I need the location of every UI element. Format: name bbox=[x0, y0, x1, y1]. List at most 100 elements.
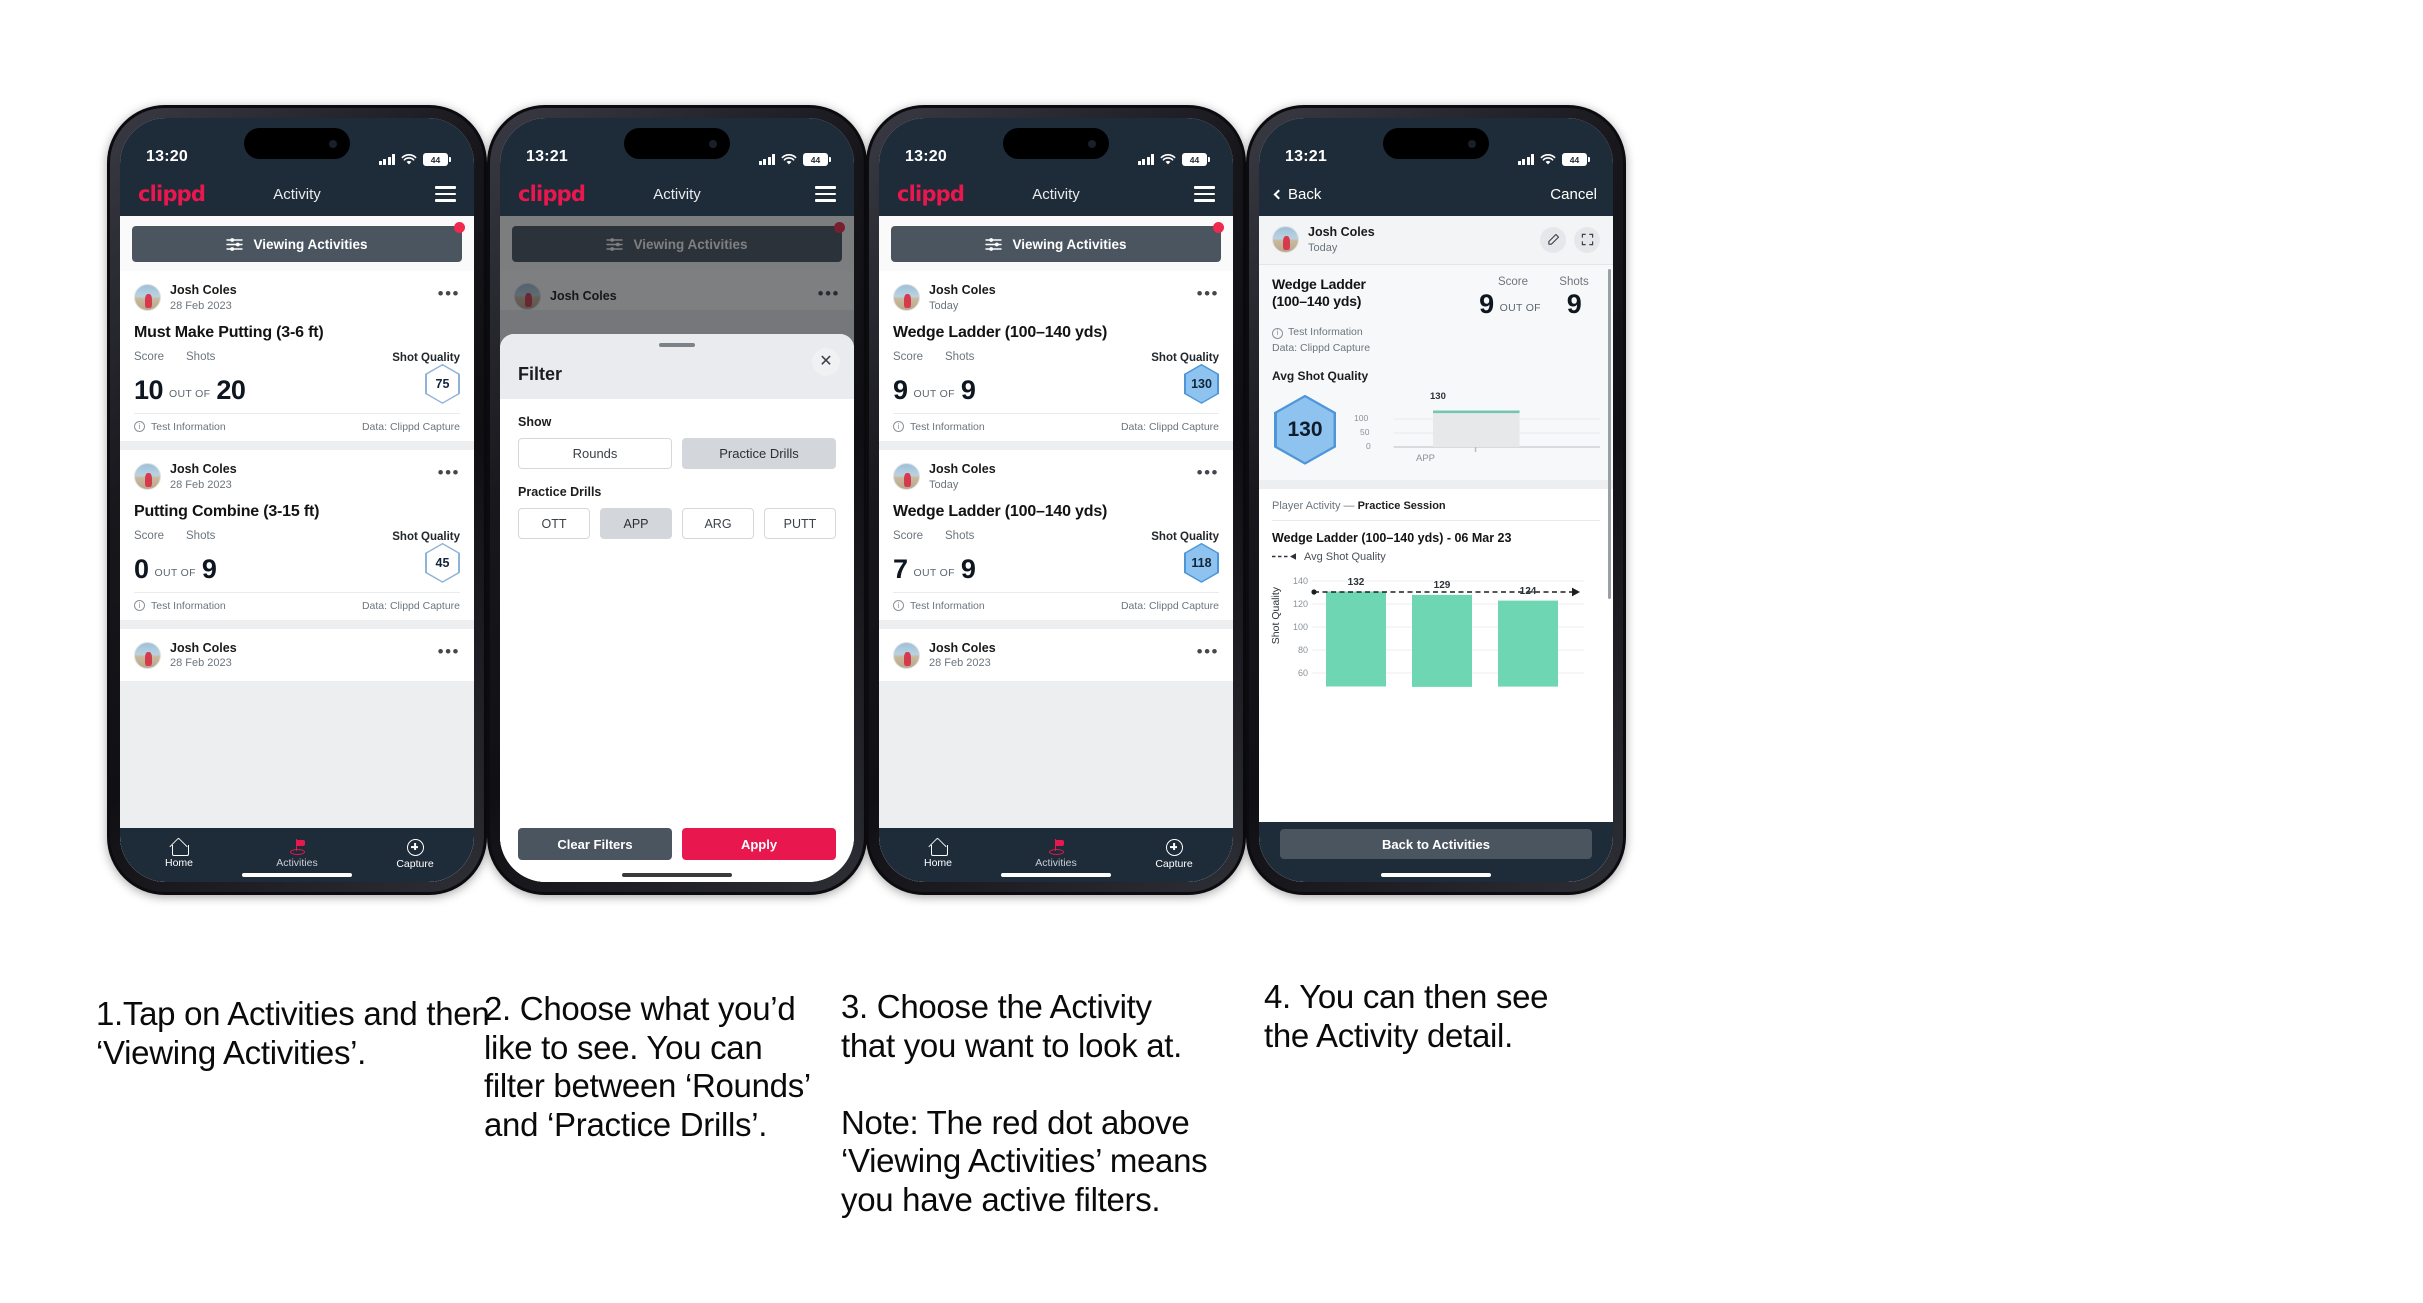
filter-chip-app-label: APP bbox=[623, 516, 649, 531]
activity-card[interactable]: Josh Coles 28 Feb 2023 ••• Putting Combi… bbox=[120, 449, 474, 620]
clippd-logo: clippd bbox=[138, 182, 206, 206]
status-right: 44 bbox=[378, 153, 451, 166]
card-overflow-menu-icon[interactable]: ••• bbox=[1197, 643, 1219, 660]
card-footer: i Test Information Data: Clippd Capture bbox=[893, 412, 1219, 441]
shots-label: Shots bbox=[1559, 275, 1589, 288]
tab-capture-label: Capture bbox=[396, 857, 434, 870]
detail-nav-bar: Back Cancel bbox=[1259, 172, 1613, 216]
test-information[interactable]: i Test Information bbox=[134, 421, 226, 433]
tab-home[interactable]: Home bbox=[120, 840, 238, 869]
clear-filters-label: Clear Filters bbox=[557, 836, 633, 852]
activity-card[interactable]: Josh Coles 28 Feb 2023 ••• bbox=[879, 628, 1233, 681]
filter-sheet: ✕ Filter Show Rounds Practice Drills Pra… bbox=[500, 334, 854, 882]
card-overflow-menu-icon[interactable]: ••• bbox=[438, 464, 460, 481]
hamburger-icon[interactable] bbox=[1194, 186, 1215, 202]
pencil-icon[interactable] bbox=[1540, 226, 1566, 253]
sliders-icon bbox=[985, 237, 1003, 251]
filter-sheet-header: ✕ Filter bbox=[500, 334, 854, 399]
filter-chip-practice-drills[interactable]: Practice Drills bbox=[682, 438, 836, 469]
card-overflow-menu-icon[interactable]: ••• bbox=[1197, 464, 1219, 481]
expand-glyph bbox=[1581, 234, 1593, 246]
battery-indicator: 44 bbox=[423, 153, 451, 166]
chart-legend: Avg Shot Quality bbox=[1272, 551, 1600, 563]
info-icon: i bbox=[134, 421, 145, 433]
tab-home[interactable]: Home bbox=[879, 840, 997, 869]
filter-chip-putt[interactable]: PUTT bbox=[764, 508, 836, 539]
status-right: 44 bbox=[758, 153, 831, 166]
active-filters-badge bbox=[1213, 222, 1224, 233]
filter-chip-ott[interactable]: OTT bbox=[518, 508, 590, 539]
shots-value: 20 bbox=[216, 374, 246, 405]
page-title: Activity bbox=[653, 185, 701, 203]
scrollbar[interactable] bbox=[1608, 268, 1611, 599]
shots-label: Shots bbox=[945, 350, 975, 363]
svg-text:132: 132 bbox=[1348, 577, 1365, 588]
tab-activities[interactable]: Activities bbox=[238, 839, 356, 869]
activity-card[interactable]: Josh Coles 28 Feb 2023 ••• bbox=[120, 628, 474, 681]
phone-2: 13:21 44 clippd Activity ✕ Filter Show R… bbox=[487, 105, 867, 895]
player-activity-value: Practice Session bbox=[1357, 499, 1446, 512]
activity-feed[interactable]: Josh Coles Today ••• Wedge Ladder (100–1… bbox=[879, 271, 1233, 828]
test-information-label: Test Information bbox=[910, 420, 985, 433]
shots-label: Shots bbox=[945, 529, 975, 542]
avg-shot-quality-hexagon: 130 bbox=[1274, 394, 1336, 465]
detail-scroll[interactable]: Wedge Ladder (100–140 yds) Score 9 OUT O… bbox=[1259, 264, 1613, 882]
activity-feed[interactable]: Josh Coles 28 Feb 2023 ••• Must Make Put… bbox=[120, 271, 474, 828]
card-values: 7 OUT OF 9 118 bbox=[893, 541, 1219, 583]
out-of-label: OUT OF bbox=[913, 387, 955, 400]
hamburger-icon[interactable] bbox=[435, 186, 456, 202]
filter-chip-arg[interactable]: ARG bbox=[682, 508, 754, 539]
card-overflow-menu-icon[interactable]: ••• bbox=[438, 285, 460, 302]
card-overflow-menu-icon[interactable]: ••• bbox=[1197, 285, 1219, 302]
hamburger-icon[interactable] bbox=[815, 186, 836, 202]
activity-card[interactable]: Josh Coles 28 Feb 2023 ••• Must Make Put… bbox=[120, 271, 474, 441]
app-body: Viewing Activities Josh Coles 28 Feb 202… bbox=[120, 216, 474, 882]
score-label: Score bbox=[893, 529, 924, 542]
phone-3-screen: 13:20 44 clippd Activity Viewing Activit… bbox=[879, 118, 1233, 882]
clear-filters-button[interactable]: Clear Filters bbox=[518, 828, 672, 860]
drag-handle[interactable] bbox=[659, 343, 695, 347]
shots-stat: Shots bbox=[945, 530, 1151, 543]
tab-capture[interactable]: Capture bbox=[356, 838, 474, 870]
score-stat: Score bbox=[134, 351, 186, 364]
viewing-activities-label: Viewing Activities bbox=[1012, 236, 1127, 252]
info-icon: i bbox=[893, 421, 904, 433]
apply-button[interactable]: Apply bbox=[682, 828, 836, 860]
tutorial-sheet: 13:20 44 clippd Activity Viewing Activit… bbox=[0, 0, 2423, 1303]
filter-chip-app[interactable]: APP bbox=[600, 508, 672, 539]
expand-icon[interactable] bbox=[1574, 226, 1600, 253]
status-clock: 13:20 bbox=[146, 148, 188, 165]
back-button[interactable]: Back bbox=[1273, 186, 1321, 203]
test-information[interactable]: i Test Information bbox=[134, 600, 226, 612]
filter-chip-rounds[interactable]: Rounds bbox=[518, 438, 672, 469]
bar-chart-svg: 140 120 100 80 60 132 129 124 bbox=[1293, 576, 1584, 687]
avatar bbox=[893, 284, 920, 312]
minichart-svg bbox=[1393, 410, 1600, 452]
test-information-label: Test Information bbox=[151, 420, 226, 433]
tab-activities[interactable]: Activities bbox=[997, 839, 1115, 869]
cancel-button[interactable]: Cancel bbox=[1550, 186, 1597, 203]
test-information-label: Test Information bbox=[151, 599, 226, 612]
phone-1-screen: 13:20 44 clippd Activity Viewing Activit… bbox=[120, 118, 474, 882]
viewing-activities-button[interactable]: Viewing Activities bbox=[132, 226, 462, 262]
test-information[interactable]: i Test Information bbox=[893, 421, 985, 433]
test-information[interactable]: i Test Information bbox=[893, 600, 985, 612]
score-label: Score bbox=[1497, 275, 1529, 288]
activity-card[interactable]: Josh Coles Today ••• Wedge Ladder (100–1… bbox=[879, 449, 1233, 620]
status-bar: 13:20 44 bbox=[120, 118, 474, 172]
test-information[interactable]: i Test Information bbox=[1272, 325, 1600, 341]
app-body: Viewing Activities Josh Coles Today ••• … bbox=[879, 216, 1233, 882]
golf-flag-icon bbox=[1048, 839, 1065, 855]
close-icon[interactable]: ✕ bbox=[812, 348, 840, 376]
card-overflow-menu-icon[interactable]: ••• bbox=[438, 643, 460, 660]
dynamic-island bbox=[1383, 128, 1489, 159]
minichart-ytick-100: 100 bbox=[1354, 412, 1369, 423]
pencil-glyph bbox=[1547, 234, 1559, 246]
plus-circle-icon bbox=[406, 838, 424, 856]
info-icon: i bbox=[134, 600, 145, 612]
status-clock: 13:21 bbox=[526, 148, 568, 165]
viewing-activities-button[interactable]: Viewing Activities bbox=[891, 226, 1221, 262]
tab-capture[interactable]: Capture bbox=[1115, 838, 1233, 870]
back-to-activities-button[interactable]: Back to Activities bbox=[1280, 829, 1592, 859]
activity-card[interactable]: Josh Coles Today ••• Wedge Ladder (100–1… bbox=[879, 271, 1233, 441]
